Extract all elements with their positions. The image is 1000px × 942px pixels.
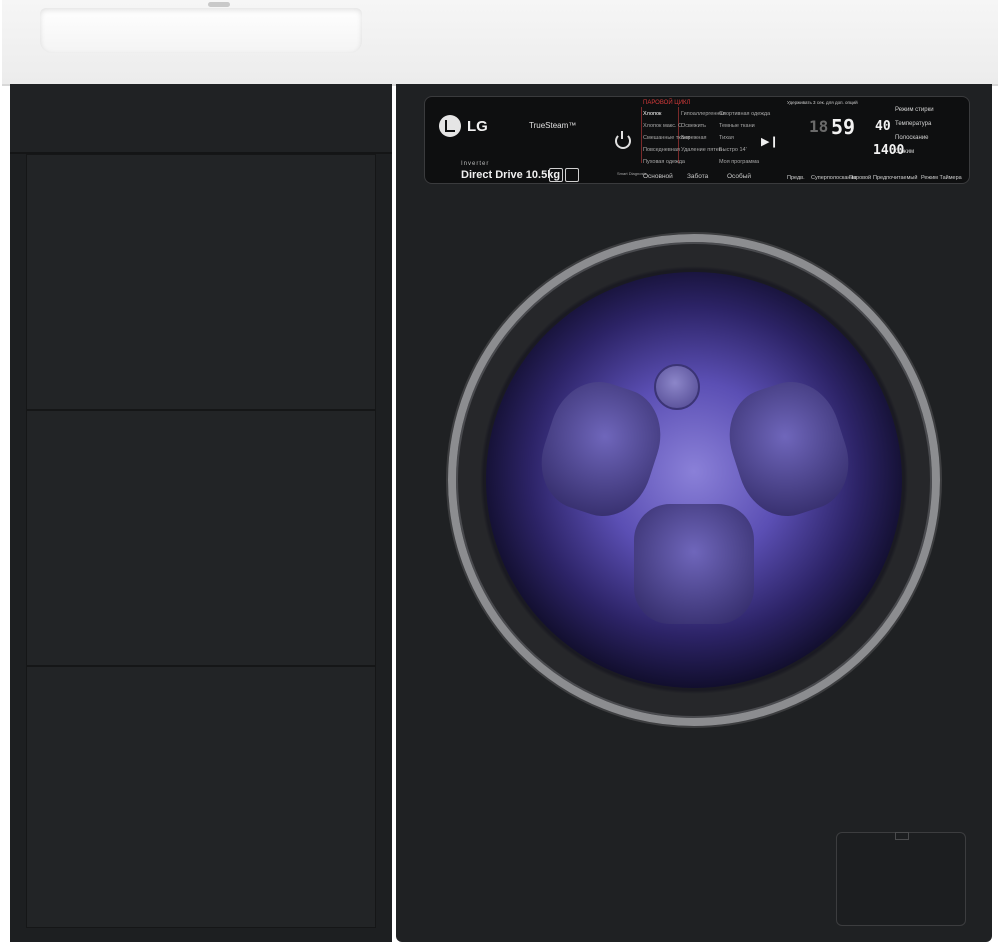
tap-hole	[208, 2, 230, 7]
program-sport[interactable]: Спортивная одежда	[719, 111, 770, 117]
smart-diagnosis-label: Smart Diagnosis	[617, 171, 647, 176]
direct-drive-label: Direct Drive 10.5kg	[461, 169, 561, 181]
display-prefix: 18	[809, 117, 829, 136]
program-cotton-max[interactable]: Хлопок макс. С	[643, 123, 682, 129]
steam-badge-icon	[549, 168, 563, 182]
program-everyday[interactable]: Повседневная	[643, 147, 680, 153]
button-favorite[interactable]: Предпочитаемый	[873, 175, 917, 181]
cabinet-drawer-bottom[interactable]	[26, 666, 376, 928]
filter-notch	[895, 832, 909, 840]
cabinet	[10, 84, 392, 942]
power-button[interactable]	[615, 131, 631, 149]
allergy-badge-icon	[565, 168, 579, 182]
program-dark[interactable]: Темные ткани	[719, 123, 755, 129]
category-special: Особый	[727, 173, 752, 180]
button-prewash[interactable]: Предв.	[787, 175, 805, 181]
program-quiet[interactable]: Тихая	[719, 135, 734, 141]
washing-machine: LG TrueSteam™ Inverter Direct Drive 10.5…	[396, 84, 992, 942]
steam-cycle-divider	[641, 107, 642, 163]
program-stain[interactable]: Удаление пятен	[681, 147, 722, 153]
filter-cover[interactable]	[836, 832, 966, 926]
lcd-display: 18 59	[809, 105, 879, 163]
cabinet-drawer-middle[interactable]	[26, 410, 376, 666]
control-panel: LG TrueSteam™ Inverter Direct Drive 10.5…	[424, 96, 970, 184]
category-care: Забота	[687, 173, 709, 180]
option-rinse[interactable]: Полоскание	[895, 135, 929, 141]
lg-logo-icon	[439, 115, 461, 137]
button-steam[interactable]: Паровой	[849, 175, 871, 181]
program-delicate[interactable]: Бережная	[681, 135, 706, 141]
drum-paddle-bottom	[634, 504, 754, 624]
sink-basin	[40, 8, 362, 53]
display-time: 59	[831, 115, 856, 139]
cabinet-drawer-top[interactable]	[26, 154, 376, 410]
option-spin[interactable]: Отжим	[895, 149, 914, 155]
category-basic: Основной	[643, 173, 673, 180]
lg-logo: LG	[439, 115, 488, 137]
option-temperature[interactable]: Температура	[895, 121, 931, 127]
program-quick14[interactable]: Быстро 14'	[719, 147, 747, 153]
brand-label: LG	[467, 117, 488, 135]
button-timer[interactable]: Режим Таймера	[921, 175, 962, 181]
option-wash-mode[interactable]: Режим стирки	[895, 107, 934, 113]
program-down[interactable]: Пуховая одежда	[643, 159, 685, 165]
program-refresh[interactable]: Освежить	[681, 123, 706, 129]
steam-cycle-header: ПАРОВОЙ ЦИКЛ	[643, 100, 691, 106]
program-my[interactable]: Моя программа	[719, 159, 759, 165]
countertop	[2, 0, 998, 86]
drum-center	[654, 364, 700, 410]
cabinet-top-rail	[10, 84, 392, 154]
program-cotton[interactable]: Хлопок	[643, 111, 661, 117]
start-pause-button[interactable]: ▶❙	[761, 135, 779, 148]
inverter-label: Inverter	[461, 161, 490, 167]
temperature-value: 40	[875, 119, 891, 134]
truesteam-label: TrueSteam™	[529, 121, 577, 130]
